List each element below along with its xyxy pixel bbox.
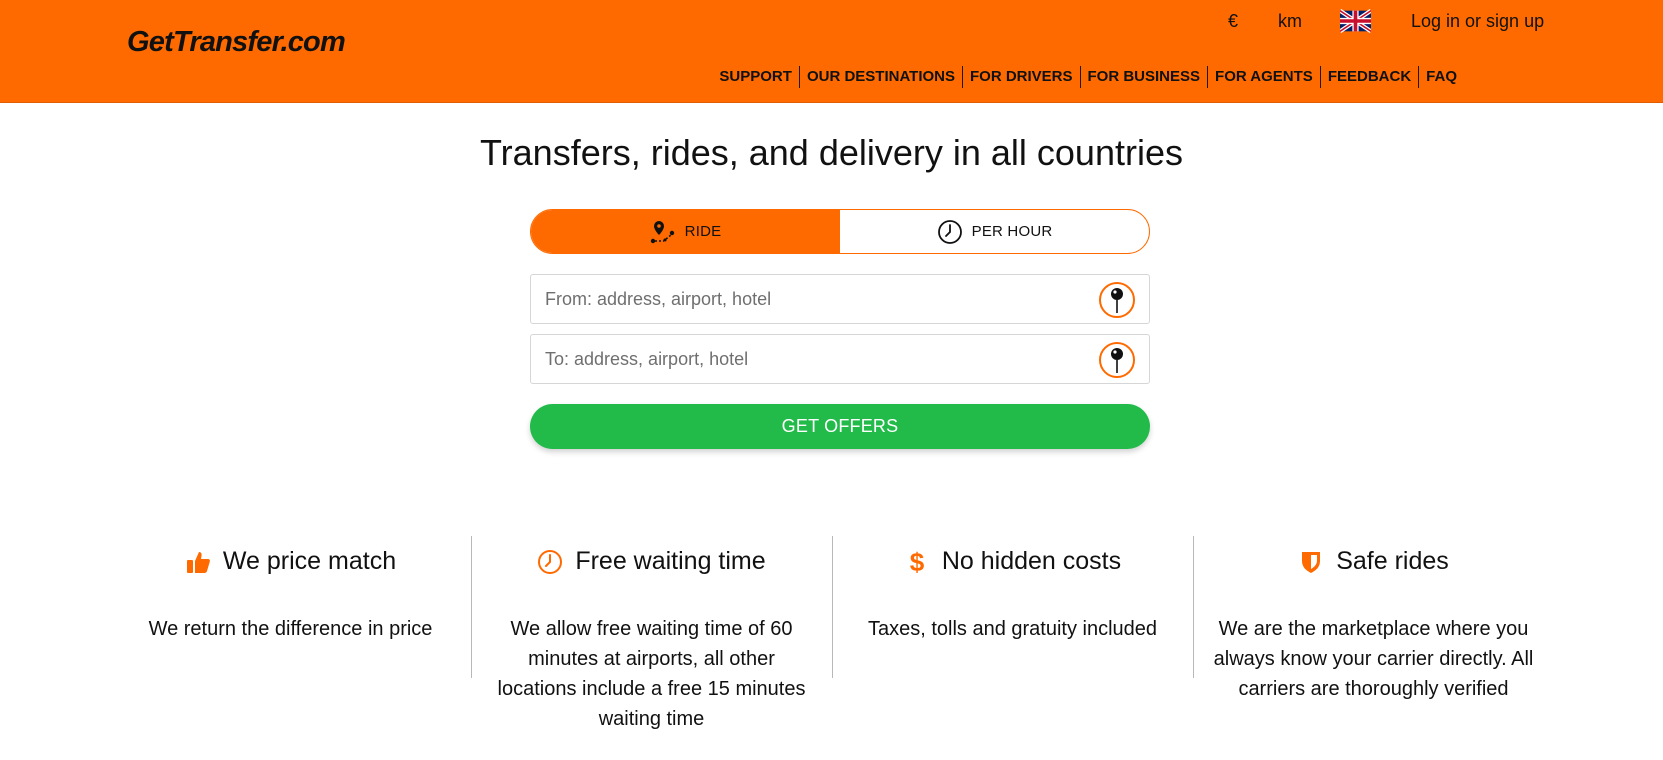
dollar-icon: $ xyxy=(910,549,925,575)
from-field xyxy=(530,274,1150,324)
feature-description: We return the difference in price xyxy=(148,618,433,640)
nav-for-business[interactable]: FOR BUSINESS xyxy=(1079,66,1208,88)
to-input[interactable] xyxy=(545,335,1085,383)
nav-our-destinations[interactable]: OUR DESTINATIONS xyxy=(798,66,962,88)
nav-feedback[interactable]: FEEDBACK xyxy=(1319,66,1418,88)
logo[interactable]: GetTransfer.com xyxy=(127,26,346,59)
feature-no-hidden-costs: $ No hidden costs Taxes, tolls and gratu… xyxy=(832,536,1193,678)
tab-per-hour[interactable]: PER HOUR xyxy=(840,210,1149,253)
page-title: Transfers, rides, and delivery in all co… xyxy=(480,132,1183,173)
nav-for-agents[interactable]: FOR AGENTS xyxy=(1207,66,1320,88)
feature-safe-rides: Safe rides We are the marketplace where … xyxy=(1193,536,1554,700)
clock-icon xyxy=(538,549,563,574)
nav-for-drivers[interactable]: FOR DRIVERS xyxy=(962,66,1080,88)
features-section: We price match We return the difference … xyxy=(110,536,1554,730)
route-icon xyxy=(650,220,674,243)
from-map-pin-button[interactable] xyxy=(1099,282,1135,318)
feature-description: We allow free waiting time of 60 minutes… xyxy=(497,618,806,730)
nav-support[interactable]: SUPPORT xyxy=(712,66,799,88)
booking-type-tabs: RIDE PER HOUR xyxy=(530,209,1150,254)
main-nav: SUPPORT OUR DESTINATIONS FOR DRIVERS FOR… xyxy=(712,66,1457,88)
to-map-pin-button[interactable] xyxy=(1099,342,1135,378)
get-offers-button[interactable]: GET OFFERS xyxy=(530,404,1150,449)
login-link[interactable]: Log in or sign up xyxy=(1411,9,1544,33)
feature-title: Free waiting time xyxy=(575,547,766,575)
site-header: GetTransfer.com € km Log in or sign up S… xyxy=(0,0,1663,103)
tab-per-hour-label: PER HOUR xyxy=(971,223,1053,240)
feature-free-waiting: Free waiting time We allow free waiting … xyxy=(471,536,832,730)
tab-ride-label: RIDE xyxy=(684,223,722,240)
shield-icon xyxy=(1302,551,1321,573)
units-selector[interactable]: km xyxy=(1278,9,1302,33)
tab-ride[interactable]: RIDE xyxy=(531,210,840,253)
feature-title: Safe rides xyxy=(1336,547,1449,575)
thumbs-up-icon xyxy=(186,551,210,573)
feature-description: We are the marketplace where you always … xyxy=(1213,618,1534,700)
from-input[interactable] xyxy=(545,275,1085,323)
svg-text:$: $ xyxy=(910,549,925,575)
map-pin-icon xyxy=(1111,348,1123,373)
uk-flag-icon[interactable] xyxy=(1340,9,1371,33)
feature-price-match: We price match We return the difference … xyxy=(110,536,471,678)
map-pin-icon xyxy=(1111,288,1123,313)
currency-selector[interactable]: € xyxy=(1228,9,1238,33)
feature-title: No hidden costs xyxy=(941,547,1122,575)
to-field xyxy=(530,334,1150,384)
nav-faq[interactable]: FAQ xyxy=(1418,66,1457,88)
feature-description: Taxes, tolls and gratuity included xyxy=(867,618,1158,640)
feature-title: We price match xyxy=(222,547,397,575)
clock-icon xyxy=(937,219,962,244)
